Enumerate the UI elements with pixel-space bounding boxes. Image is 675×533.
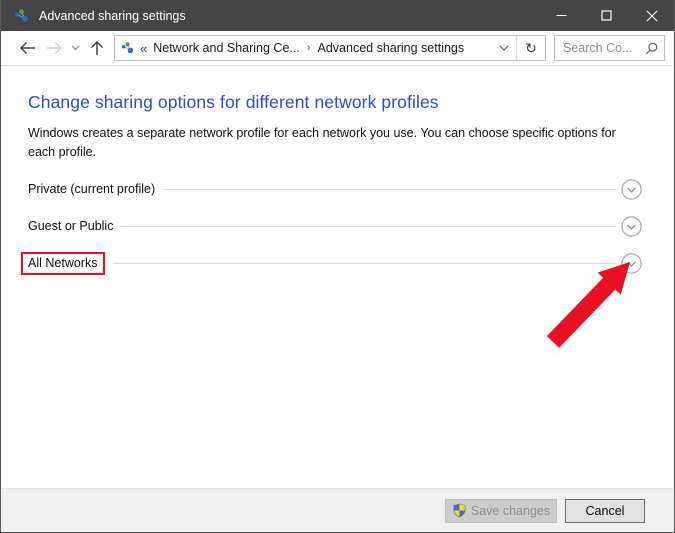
profile-label-private: Private (current profile) xyxy=(28,182,155,196)
cancel-button[interactable]: Cancel xyxy=(565,499,645,523)
cancel-label: Cancel xyxy=(586,504,625,518)
up-arrow-icon xyxy=(90,40,104,56)
search-box xyxy=(554,35,665,61)
annotation-arrow xyxy=(541,255,641,350)
profile-label-guest-public: Guest or Public xyxy=(28,219,113,233)
up-button[interactable] xyxy=(83,33,110,63)
divider-line xyxy=(121,226,616,227)
footer-bar: Save changes Cancel xyxy=(1,488,674,532)
page-title: Change sharing options for different net… xyxy=(28,92,674,113)
expand-guest-public-button[interactable] xyxy=(621,216,642,237)
chevron-down-circle-icon xyxy=(621,179,642,200)
profile-row-private: Private (current profile) xyxy=(28,171,674,208)
minimize-button[interactable] xyxy=(539,0,584,31)
address-dropdown-button[interactable] xyxy=(492,36,516,60)
chevron-down-icon xyxy=(71,45,80,51)
search-input[interactable] xyxy=(563,41,645,55)
expand-private-button[interactable] xyxy=(621,179,642,200)
profile-label-all-networks annotation-highlight-box: All Networks xyxy=(21,252,105,275)
maximize-icon xyxy=(601,10,612,21)
page-description: Windows creates a separate network profi… xyxy=(28,124,643,162)
address-network-icon xyxy=(121,41,135,55)
save-changes-label: Save changes xyxy=(471,504,550,518)
network-sharing-icon xyxy=(14,8,30,24)
back-button[interactable] xyxy=(13,33,41,63)
maximize-button[interactable] xyxy=(584,0,629,31)
forward-button[interactable] xyxy=(41,33,67,63)
save-changes-button[interactable]: Save changes xyxy=(445,499,557,523)
navigation-bar: « Network and Sharing Ce... › Advanced s… xyxy=(1,31,674,66)
breadcrumb-overflow-chevron[interactable]: « xyxy=(140,41,147,56)
close-icon xyxy=(646,10,658,22)
chevron-down-circle-icon xyxy=(621,216,642,237)
close-button[interactable] xyxy=(629,0,674,31)
recent-pages-dropdown[interactable] xyxy=(67,33,83,63)
refresh-button[interactable]: ↻ xyxy=(516,36,545,60)
search-icon[interactable] xyxy=(645,42,658,55)
profile-row-guest-public: Guest or Public xyxy=(28,208,674,245)
main-content: Change sharing options for different net… xyxy=(1,66,674,282)
window-title: Advanced sharing settings xyxy=(39,9,186,23)
uac-shield-icon xyxy=(452,503,467,518)
forward-arrow-icon xyxy=(46,41,63,55)
refresh-icon: ↻ xyxy=(525,40,537,57)
back-arrow-icon xyxy=(19,41,36,55)
title-bar: Advanced sharing settings xyxy=(1,0,674,31)
breadcrumb-item-advanced-sharing-settings[interactable]: Advanced sharing settings xyxy=(318,41,465,55)
divider-line xyxy=(163,189,616,190)
address-bar[interactable]: « Network and Sharing Ce... › Advanced s… xyxy=(114,35,546,61)
window-controls xyxy=(539,0,674,31)
minimize-icon xyxy=(556,10,567,21)
advanced-sharing-settings-window: Advanced sharing settings xyxy=(0,0,675,533)
breadcrumb-separator-icon: › xyxy=(307,42,311,54)
chevron-down-icon xyxy=(499,45,509,52)
breadcrumb-item-network-sharing-center[interactable]: Network and Sharing Ce... xyxy=(153,41,300,55)
